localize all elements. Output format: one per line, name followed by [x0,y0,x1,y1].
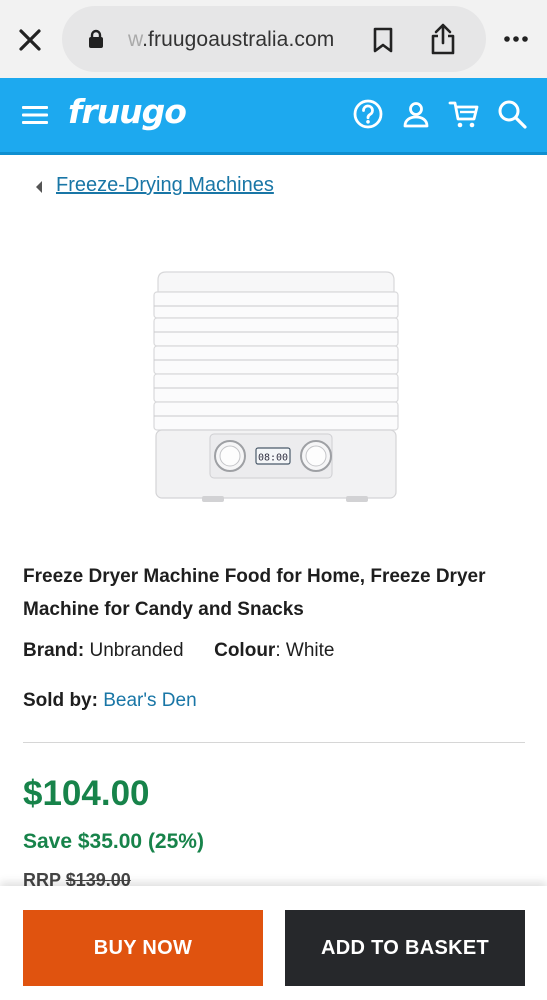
action-bar: BUY NOW ADD TO BASKET [0,886,547,1000]
colour-separator: : [275,640,281,661]
brand-label: Brand: [23,640,85,661]
sold-by-label: Sold by: [23,690,98,711]
lock-icon [89,29,103,48]
more-options-icon[interactable] [502,28,530,50]
share-icon[interactable] [428,22,458,56]
help-icon[interactable] [352,98,384,130]
add-to-basket-button[interactable]: ADD TO BASKET [285,910,525,986]
cart-icon[interactable] [448,98,480,130]
bookmark-icon[interactable] [371,26,395,54]
url-domain: .fruugoaustralia.com [142,28,335,51]
chevron-left-icon [36,181,42,193]
dryer-display-text: 08:00 [258,453,288,464]
brand-value: Unbranded [89,640,184,661]
fruugo-logo[interactable]: fruugo [68,92,187,136]
url-text: w.fruugoaustralia.com [128,28,334,52]
close-icon[interactable] [14,24,46,56]
account-icon[interactable] [400,98,432,130]
product-attributes: Brand: Unbranded Colour: White [23,640,334,662]
menu-icon[interactable] [22,104,48,126]
buy-now-button[interactable]: BUY NOW [23,910,263,986]
breadcrumb-link[interactable]: Freeze-Drying Machines [56,174,274,197]
colour-value: White [285,640,335,661]
header-divider [0,152,547,155]
product-title: Freeze Dryer Machine Food for Home, Free… [23,566,486,620]
product-image[interactable]: 08:00 [146,262,406,510]
divider [23,742,525,743]
site-header: fruugo [0,78,547,152]
sold-by: Sold by: Bear's Den [23,690,197,712]
search-icon[interactable] [496,98,528,130]
colour-label: Colour [214,640,276,661]
seller-link[interactable]: Bear's Den [103,690,196,711]
browser-toolbar: w.fruugoaustralia.com [0,0,547,78]
url-prefix: w [128,28,143,51]
savings-text: Save $35.00 (25%) [23,830,204,853]
product-price: $104.00 [23,774,150,813]
address-bar[interactable]: w.fruugoaustralia.com [62,6,486,72]
